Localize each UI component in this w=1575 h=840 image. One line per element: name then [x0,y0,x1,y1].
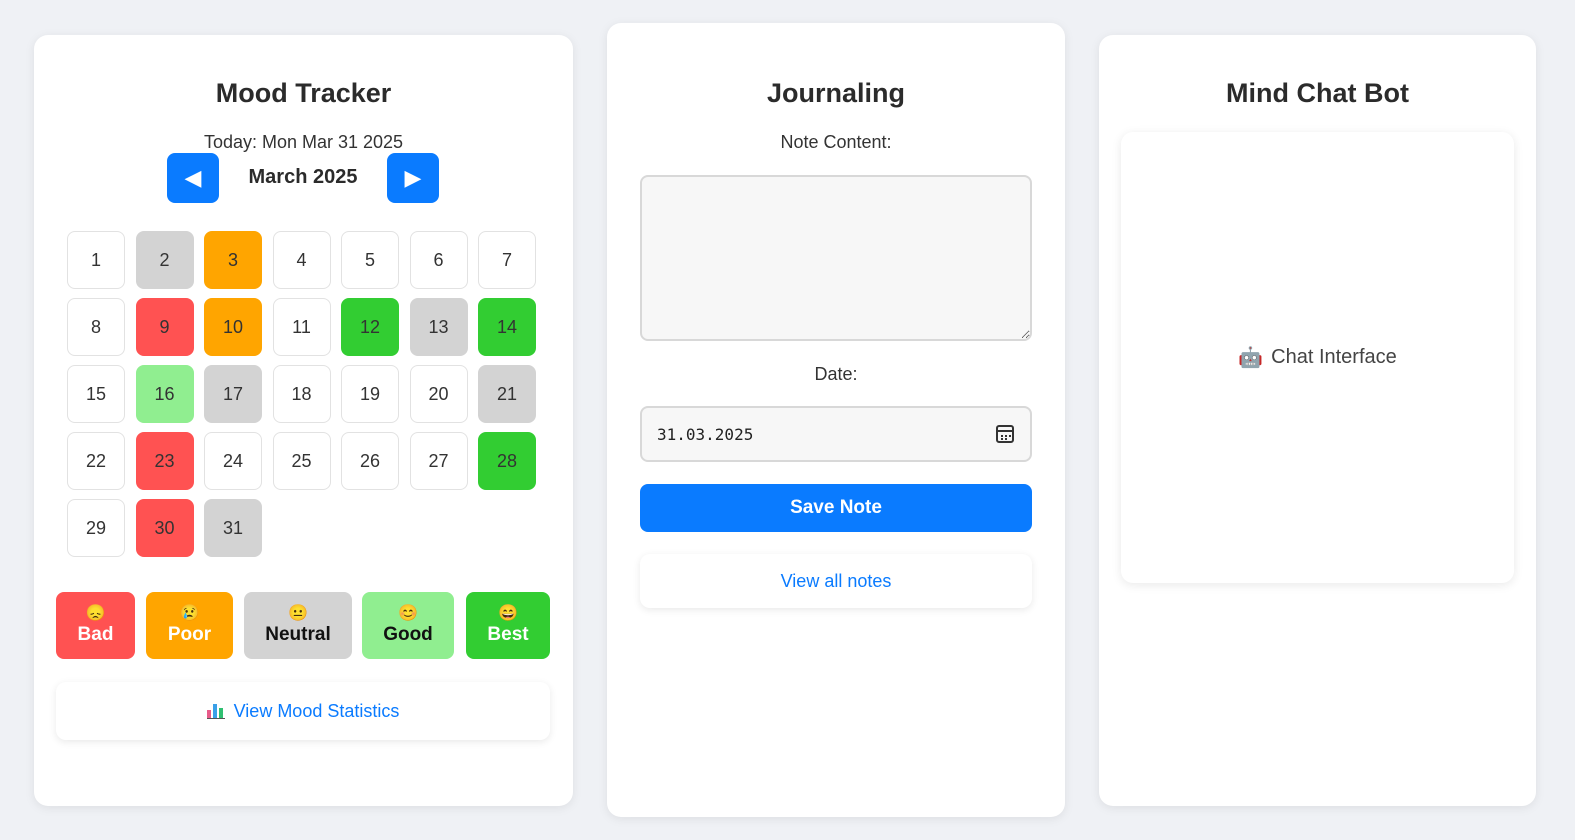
calendar-day[interactable]: 10 [204,298,262,356]
mood-bad-button[interactable]: 😞 Bad [56,592,135,659]
calendar-day[interactable]: 12 [341,298,399,356]
calendar-day[interactable]: 8 [67,298,125,356]
note-content-label: Note Content: [780,132,892,152]
calendar-day[interactable]: 1 [67,231,125,289]
calendar-day[interactable]: 6 [409,231,468,289]
mood-poor-label: Poor [167,624,212,645]
calendar-day[interactable]: 25 [272,432,331,490]
date-input[interactable]: 31.03.2025 [640,406,1032,462]
smiling-face-icon: 😊 [398,605,418,622]
calendar-day[interactable]: 3 [204,231,262,289]
mood-neutral-label: Neutral [265,624,331,645]
prev-month-button[interactable]: ◀ [167,153,219,203]
calendar-day[interactable]: 18 [272,365,331,423]
calendar-day[interactable]: 21 [478,365,536,423]
calendar-day[interactable]: 14 [478,298,536,356]
chat-interface-panel[interactable]: 🤖 Chat Interface [1121,132,1514,583]
chat-interface-label: Chat Interface [1271,346,1397,368]
view-all-notes-link[interactable]: View all notes [640,554,1032,608]
crying-face-icon: 😢 [179,605,200,622]
calendar-day[interactable]: 27 [409,432,468,490]
note-content-textarea[interactable] [640,175,1032,341]
calendar-grid: 1 2 3 4 5 6 7 8 9 10 11 12 13 14 15 16 17 18 19 20 21 22 23 24 2… [67,231,536,557]
arrow-right-icon: ▶ [404,165,422,190]
today-date: Today: Mon Mar 31 2025 [203,132,404,152]
journaling-card: Journaling Note Content: Date: 31.03.202… [607,23,1065,817]
mood-poor-button[interactable]: 😢 Poor [146,592,233,659]
calendar-day[interactable]: 23 [135,432,194,490]
bar-chart-icon [206,703,225,719]
calendar-day[interactable]: 5 [341,231,399,289]
mood-neutral-button[interactable]: 😐 Neutral [244,592,352,659]
robot-icon: 🤖 [1238,347,1264,369]
calendar-day[interactable]: 26 [341,432,399,490]
calendar-day[interactable]: 19 [341,365,399,423]
mood-good-button[interactable]: 😊 Good [362,592,454,659]
month-label: March 2025 [248,166,358,188]
calendar-day[interactable]: 2 [135,231,194,289]
grinning-face-icon: 😄 [498,605,518,622]
date-label: Date: [814,364,858,384]
mood-tracker-card: Mood Tracker Today: Mon Mar 31 2025 ◀ Ma… [34,35,573,806]
sad-face-icon: 😞 [85,605,106,622]
view-mood-statistics-link[interactable]: View Mood Statistics [56,682,550,740]
calendar-day[interactable]: 13 [409,298,468,356]
view-all-notes-label: View all notes [780,570,892,591]
calendar-day[interactable]: 4 [272,231,331,289]
calendar-day[interactable]: 15 [67,365,125,423]
mind-chat-bot-card: Mind Chat Bot 🤖 Chat Interface [1099,35,1536,806]
calendar-day[interactable]: 16 [135,365,194,423]
calendar-day[interactable]: 17 [204,365,262,423]
calendar-day[interactable]: 24 [204,432,262,490]
journaling-title: Journaling [766,78,905,108]
mood-tracker-title: Mood Tracker [215,78,392,108]
date-value: 31.03.2025 [657,424,754,444]
calendar-day[interactable]: 28 [478,432,536,490]
calendar-day[interactable]: 7 [478,231,536,289]
calendar-day[interactable]: 31 [204,499,262,557]
neutral-face-icon: 😐 [288,605,308,622]
calendar-day[interactable]: 22 [67,432,125,490]
calendar-day[interactable]: 9 [135,298,194,356]
view-mood-statistics-label: View Mood Statistics [233,700,400,721]
mood-bad-label: Bad [77,624,114,645]
mood-best-button[interactable]: 😄 Best [466,592,550,659]
calendar-day[interactable]: 11 [272,298,331,356]
calendar-day[interactable]: 30 [135,499,194,557]
calendar-day[interactable]: 20 [409,365,468,423]
calendar-icon[interactable] [996,425,1014,443]
arrow-left-icon: ◀ [184,165,202,190]
next-month-button[interactable]: ▶ [387,153,439,203]
save-note-button[interactable]: Save Note [640,484,1032,532]
mood-best-label: Best [487,624,529,645]
calendar-day[interactable]: 29 [67,499,125,557]
chat-bot-title: Mind Chat Bot [1226,78,1409,108]
mood-good-label: Good [383,624,433,645]
